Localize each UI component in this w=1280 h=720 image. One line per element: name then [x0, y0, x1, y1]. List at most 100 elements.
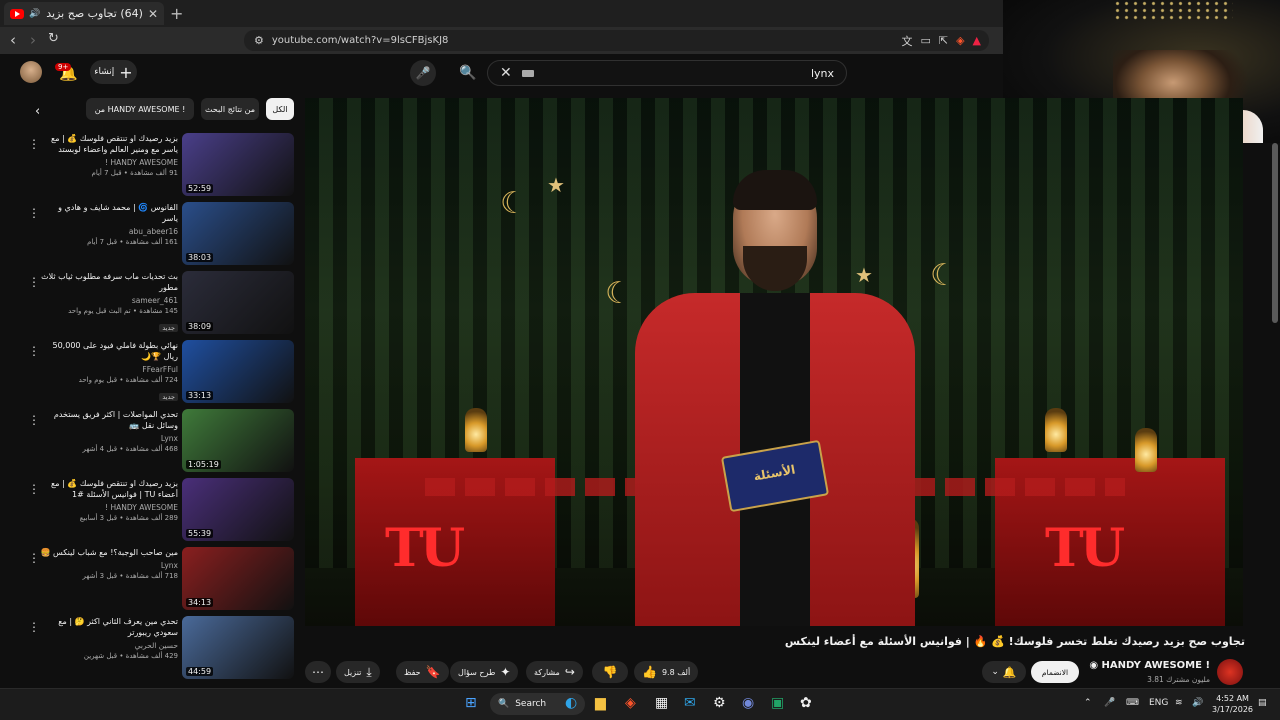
- forward-arrow-icon[interactable]: ›: [30, 31, 36, 49]
- reload-icon[interactable]: ↻: [48, 31, 59, 46]
- channel-name-text[interactable]: HANDY AWESOME !: [1102, 660, 1210, 671]
- video-title[interactable]: تحدي مين يعرف الثاني اكثر 🤔 | مع سعودي ر…: [40, 616, 178, 638]
- list-item[interactable]: ⋮ بزيد رصيدك او تنتقص فلوسك 💰 | مع ياسر م…: [24, 133, 296, 197]
- url-bar[interactable]: ⚙ youtube.com/watch?v=9lsCFBjsKJ8 文 ▭ ⇱ …: [244, 30, 989, 51]
- voice-search-mic-icon[interactable]: 🎤: [410, 60, 436, 86]
- join-button[interactable]: الانضمام: [1031, 661, 1079, 683]
- microphone-tray-icon[interactable]: 🎤: [1104, 698, 1115, 708]
- brave-shield-icon[interactable]: ◈: [956, 34, 964, 47]
- video-thumbnail[interactable]: 38:09: [182, 271, 294, 334]
- create-button[interactable]: إنشاء +: [90, 60, 137, 84]
- new-tab-button[interactable]: +: [170, 4, 183, 23]
- keyboard-tray-icon[interactable]: ⌨: [1126, 698, 1139, 708]
- save-button[interactable]: حفظ 🔖: [396, 661, 449, 683]
- download-button[interactable]: تنزيل ⤓: [336, 661, 380, 683]
- translate-icon[interactable]: 文: [901, 33, 912, 49]
- search-input[interactable]: ✕ lynx: [487, 60, 847, 86]
- video-title[interactable]: الفانوس 🌀 | محمد شايف و هادي و ياسر: [40, 202, 178, 224]
- channel-name[interactable]: abu_abeer16: [40, 227, 178, 236]
- file-explorer-icon[interactable]: ▆: [595, 695, 606, 711]
- settings-gear-icon[interactable]: ⚙: [713, 695, 726, 711]
- edge-browser-icon[interactable]: ◐: [565, 695, 577, 711]
- channel-name[interactable]: HANDY AWESOME !: [40, 503, 178, 512]
- video-thumbnail[interactable]: 55:39: [182, 478, 294, 541]
- system-clock[interactable]: 4:52 AM 3/17/2026: [1212, 693, 1253, 715]
- tray-overflow-chevron-icon[interactable]: ⌃: [1084, 698, 1092, 708]
- more-options-icon[interactable]: ⋮: [28, 551, 40, 565]
- microsoft-store-icon[interactable]: ▦: [655, 695, 668, 711]
- channel-name[interactable]: حسين الحربي: [40, 641, 178, 650]
- cast-icon[interactable]: ▭: [920, 34, 930, 47]
- browser-tab[interactable]: 🔊 (64) تجاوب صح بزيد رصيدك تط ✕: [4, 2, 164, 25]
- video-thumbnail[interactable]: 44:59: [182, 616, 294, 679]
- tab-close-icon[interactable]: ✕: [148, 7, 158, 21]
- share-page-icon[interactable]: ⇱: [939, 34, 948, 47]
- page-scrollbar[interactable]: [1272, 143, 1278, 323]
- video-thumbnail[interactable]: 1:05:19: [182, 409, 294, 472]
- more-options-icon[interactable]: ⋮: [28, 206, 40, 220]
- more-options-icon[interactable]: ⋮: [28, 344, 40, 358]
- search-query-text[interactable]: lynx: [544, 67, 834, 80]
- more-options-icon[interactable]: ⋮: [28, 413, 40, 427]
- dislike-button[interactable]: 👎: [592, 661, 628, 683]
- url-text[interactable]: youtube.com/watch?v=9lsCFBjsKJ8: [272, 35, 894, 46]
- video-title[interactable]: مين صاحب الوجبة؟! مع شباب لينكس 🍔: [40, 547, 178, 558]
- more-actions-button[interactable]: ⋯: [305, 661, 331, 683]
- brave-browser-icon[interactable]: ◈: [625, 695, 636, 711]
- like-button[interactable]: 👍 9.8 ألف: [634, 661, 699, 683]
- account-avatar[interactable]: [20, 61, 42, 83]
- channel-name[interactable]: Lynx: [40, 561, 178, 570]
- list-item[interactable]: ⋮ مين صاحب الوجبة؟! مع شباب لينكس 🍔 Lynx 71…: [24, 547, 296, 611]
- speaker-icon[interactable]: 🔊: [29, 9, 40, 19]
- channel-name[interactable]: sameer_461: [40, 296, 178, 305]
- video-thumbnail[interactable]: 38:03: [182, 202, 294, 265]
- language-indicator[interactable]: ENG: [1149, 698, 1168, 708]
- share-button[interactable]: مشاركة ↪: [526, 661, 583, 683]
- video-title[interactable]: بث تحديات ماب سرفه مطلوب ثياب ثلاث مطور: [40, 271, 178, 293]
- more-options-icon[interactable]: ⋮: [28, 620, 40, 634]
- list-item[interactable]: ⋮ نهائي بطولة فاملي فيود على 50,000 ريال …: [24, 340, 296, 404]
- more-options-icon[interactable]: ⋮: [28, 275, 40, 289]
- more-options-icon[interactable]: ⋮: [28, 482, 40, 496]
- channel-avatar[interactable]: [1217, 659, 1243, 685]
- keyboard-icon[interactable]: [521, 69, 534, 77]
- channel-name[interactable]: ◉ HANDY AWESOME !: [1060, 660, 1210, 671]
- wifi-icon[interactable]: ≋: [1175, 698, 1183, 708]
- video-title[interactable]: نهائي بطولة فاملي فيود على 50,000 ريال 🏆…: [40, 340, 179, 362]
- notification-center-icon[interactable]: ▤: [1258, 698, 1267, 708]
- channel-name[interactable]: FFearFFul: [40, 365, 178, 374]
- chip-from-search[interactable]: من نتائج البحث: [201, 98, 259, 120]
- list-item[interactable]: ⋮ بث تحديات ماب سرفه مطلوب ثياب ثلاث مطور…: [24, 271, 296, 335]
- chatgpt-icon[interactable]: ✿: [800, 695, 812, 711]
- brave-rewards-icon[interactable]: ▲: [973, 34, 981, 47]
- search-icon[interactable]: 🔍: [455, 60, 481, 86]
- video-title[interactable]: بزيد رصيدك او تنتقص فلوسك 💰 | مع ياسر مع…: [40, 133, 178, 155]
- list-item[interactable]: ⋮ تحدي مين يعرف الثاني اكثر 🤔 | مع سعودي …: [24, 616, 296, 680]
- channel-name[interactable]: Lynx: [40, 434, 178, 443]
- site-info-icon[interactable]: ⚙: [254, 34, 264, 47]
- volume-icon[interactable]: 🔊: [1192, 698, 1203, 708]
- video-title[interactable]: تحدي المواصلات | اكثر فريق يستخدم وسائل …: [40, 409, 178, 431]
- more-options-icon[interactable]: ⋮: [28, 137, 40, 151]
- excel-icon[interactable]: ▣: [771, 695, 784, 711]
- chip-from-channel[interactable]: من HANDY AWESOME !: [86, 98, 194, 120]
- list-item[interactable]: ⋮ تحدي المواصلات | اكثر فريق يستخدم وسائل…: [24, 409, 296, 473]
- channel-name[interactable]: HANDY AWESOME !: [40, 158, 178, 167]
- discord-icon[interactable]: ◉: [742, 695, 754, 711]
- video-thumbnail[interactable]: 52:59: [182, 133, 294, 196]
- mail-icon[interactable]: ✉: [684, 695, 696, 711]
- clear-search-icon[interactable]: ✕: [500, 65, 512, 81]
- chips-back-arrow-icon[interactable]: ‹: [35, 104, 40, 119]
- video-meta: نهائي بطولة فاملي فيود على 50,000 ريال 🏆…: [40, 340, 178, 403]
- windows-start-icon[interactable]: ⊞: [465, 695, 477, 711]
- chip-all[interactable]: الكل: [266, 98, 294, 120]
- back-arrow-icon[interactable]: ‹: [10, 31, 16, 49]
- video-thumbnail[interactable]: 33:13: [182, 340, 294, 403]
- subscription-bell-button[interactable]: ⌄ 🔔: [982, 661, 1026, 683]
- video-player[interactable]: ☾ ☾ ☾ ★ ★ TU TU الأسئلة: [305, 98, 1243, 626]
- video-thumbnail[interactable]: 34:13: [182, 547, 294, 610]
- list-item[interactable]: ⋮ الفانوس 🌀 | محمد شايف و هادي و ياسر abu_…: [24, 202, 296, 266]
- ask-button[interactable]: طرح سؤال ✦: [450, 661, 519, 683]
- list-item[interactable]: ⋮ بزيد رصيدك او تنتقص فلوسك 💰 | مع أعضاء …: [24, 478, 296, 542]
- video-title[interactable]: بزيد رصيدك او تنتقص فلوسك 💰 | مع أعضاء T…: [40, 478, 178, 500]
